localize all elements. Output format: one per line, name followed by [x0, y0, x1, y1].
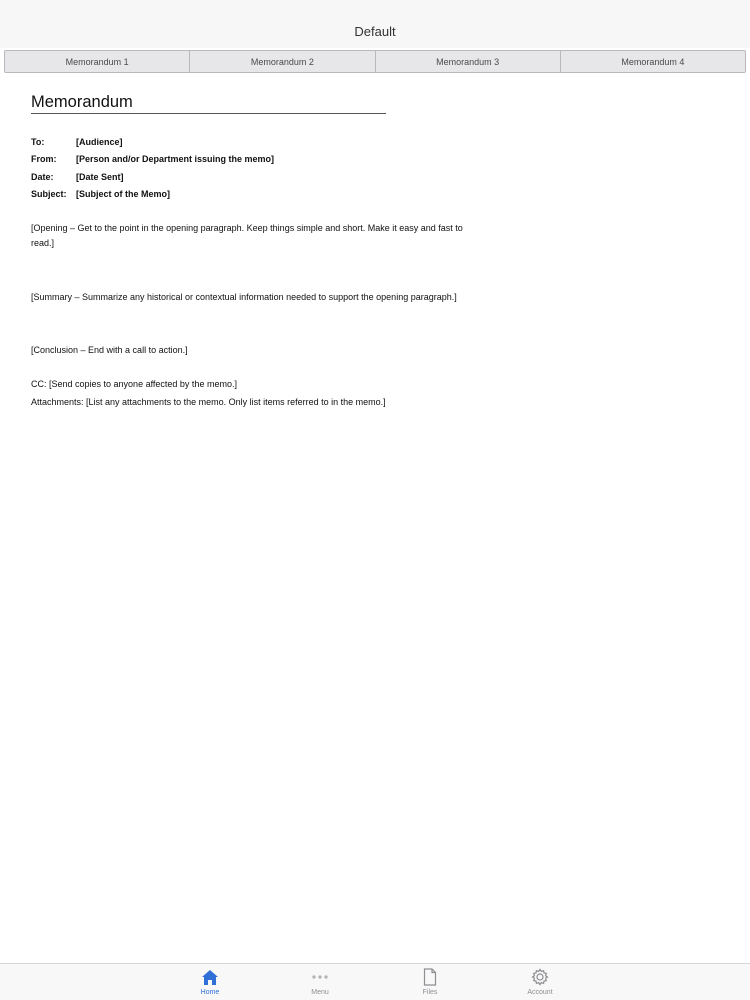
- memorandum-segmented-control: Memorandum 1 Memorandum 2 Memorandum 3 M…: [4, 50, 746, 73]
- opening-paragraph: [Opening – Get to the point in the openi…: [31, 223, 463, 248]
- home-icon: [201, 967, 219, 987]
- cc-line: CC: [Send copies to anyone affected by t…: [31, 379, 237, 389]
- field-value: [Date Sent]: [76, 171, 124, 182]
- field-label: Date:: [31, 171, 54, 182]
- segment-memorandum-4[interactable]: Memorandum 4: [561, 51, 745, 72]
- tab-label: Files: [422, 989, 438, 996]
- memo-header-fields: To: [Audience] From: [Person and/or Depa…: [31, 133, 491, 203]
- field-value: [Person and/or Department issuing the me…: [76, 154, 275, 165]
- tab-bar: Home Menu Files Account: [0, 963, 750, 1000]
- tab-files[interactable]: Files: [375, 964, 485, 1000]
- attachments-line: Attachments: [List any attachments to th…: [31, 397, 386, 407]
- field-label: From:: [31, 154, 57, 165]
- nav-title: Default: [354, 23, 396, 39]
- field-from: From: [Person and/or Department issuing …: [31, 151, 491, 169]
- segment-memorandum-1[interactable]: Memorandum 1: [5, 51, 191, 72]
- field-label: To:: [31, 136, 45, 147]
- file-icon: [423, 967, 437, 987]
- field-subject: Subject: [Subject of the Memo]: [31, 186, 491, 204]
- more-icon: [311, 967, 329, 987]
- tab-label: Menu: [311, 989, 329, 996]
- field-to: To: [Audience]: [31, 133, 491, 151]
- segment-memorandum-3[interactable]: Memorandum 3: [376, 51, 561, 72]
- tab-menu[interactable]: Menu: [265, 964, 375, 1000]
- summary-paragraph: [Summary – Summarize any historical or c…: [31, 292, 457, 302]
- field-date: Date: [Date Sent]: [31, 168, 491, 186]
- tab-home[interactable]: Home: [155, 964, 265, 1000]
- field-value: [Audience]: [76, 136, 123, 147]
- tab-label: Home: [200, 989, 220, 996]
- memo-document: Memorandum To: [Audience] From: [Person …: [31, 93, 491, 203]
- field-label: Subject:: [31, 189, 67, 200]
- field-value: [Subject of the Memo]: [76, 189, 170, 200]
- conclusion-paragraph: [Conclusion – End with a call to action.…: [31, 345, 188, 355]
- navigation-bar: Default: [0, 0, 750, 48]
- tab-label: Account: [527, 989, 553, 996]
- segment-memorandum-2[interactable]: Memorandum 2: [190, 51, 376, 72]
- document-title: Memorandum: [31, 93, 386, 114]
- tab-account[interactable]: Account: [485, 964, 595, 1000]
- gear-icon: [531, 967, 549, 987]
